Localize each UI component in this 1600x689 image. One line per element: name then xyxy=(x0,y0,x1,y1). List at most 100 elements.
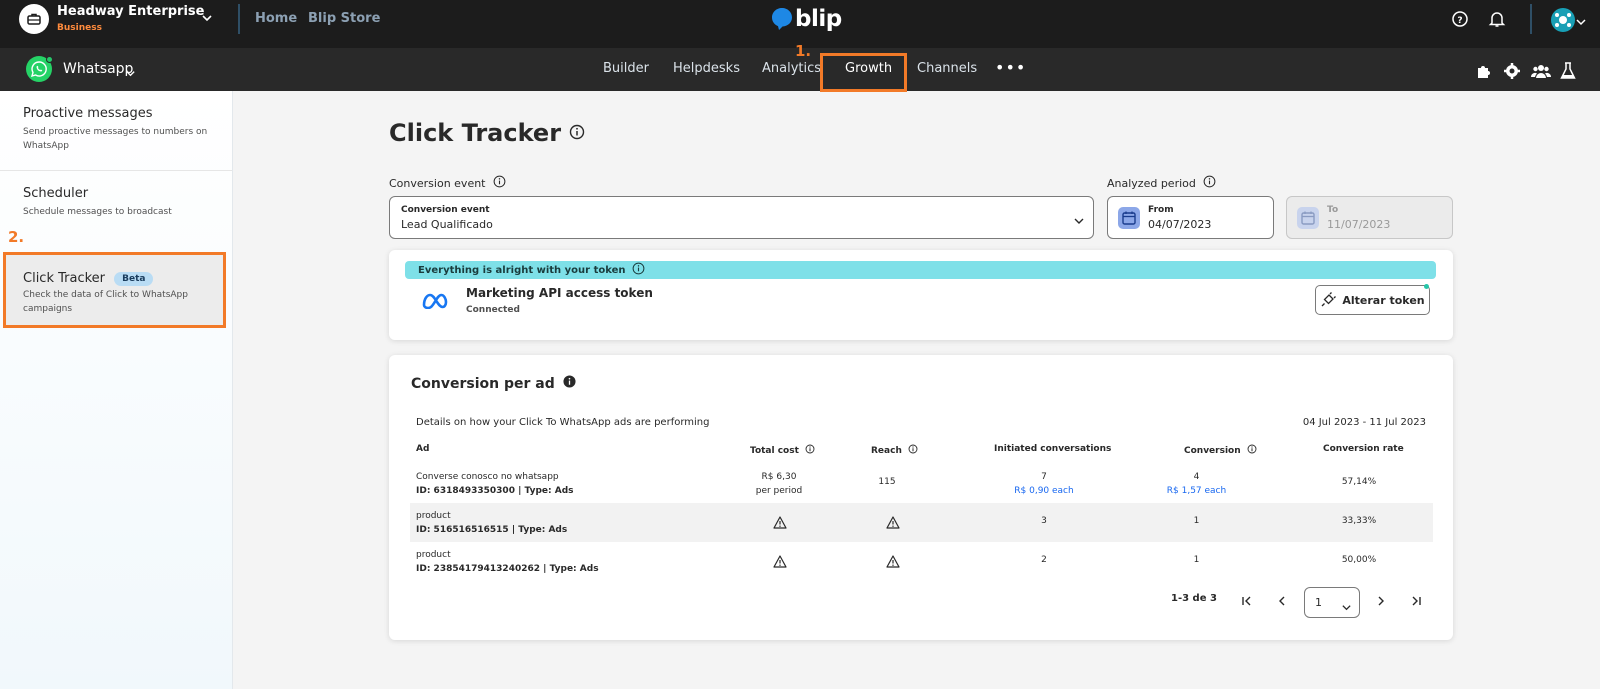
page-title-text: Click Tracker xyxy=(389,119,562,147)
step-2-label: 2. xyxy=(8,228,25,246)
sidebar-item-desc: Send proactive messages to numbers on Wh… xyxy=(23,127,208,151)
from-value: 04/07/2023 xyxy=(1148,218,1212,231)
button-label: Alterar token xyxy=(1342,293,1425,307)
previous-page-icon[interactable] xyxy=(1275,593,1289,612)
first-page-icon[interactable] xyxy=(1240,593,1254,612)
date-range: 04 Jul 2023 - 11 Jul 2023 xyxy=(1302,417,1426,428)
next-page-icon[interactable] xyxy=(1374,593,1388,612)
banner-text: Everything is alright with your token xyxy=(418,264,626,276)
info-icon[interactable] xyxy=(908,444,918,457)
analyzed-period-label: Analyzed period xyxy=(1107,175,1216,191)
org-plan: Business xyxy=(57,23,102,33)
page-select[interactable]: 1 xyxy=(1304,587,1360,618)
info-icon[interactable] xyxy=(632,262,645,278)
puzzle-icon[interactable] xyxy=(1475,62,1493,80)
rate-cell: 57,14% xyxy=(1341,477,1377,487)
team-icon[interactable] xyxy=(1530,62,1552,80)
conversion-cell: 4 R$ 1,57 each xyxy=(1144,470,1249,498)
chevron-down-icon[interactable] xyxy=(125,64,136,83)
conversion-cell: 1 xyxy=(1193,516,1200,526)
change-token-button[interactable]: Alterar token xyxy=(1315,285,1430,315)
page-title: Click Tracker xyxy=(389,119,585,147)
sidebar-item-click-tracker[interactable]: Click Tracker Beta Check the data of Cli… xyxy=(3,252,226,328)
org-name[interactable]: Headway Enterprise xyxy=(57,4,204,19)
chevron-down-icon[interactable] xyxy=(1575,13,1587,32)
brand-text: blip xyxy=(795,6,842,32)
chevron-down-icon[interactable] xyxy=(1073,212,1085,231)
calendar-icon[interactable] xyxy=(1118,207,1140,229)
bot-name[interactable]: Whatsapp xyxy=(63,61,133,77)
tab-channels[interactable]: Channels xyxy=(917,61,977,76)
chevron-down-icon[interactable] xyxy=(1341,598,1352,617)
from-date-field[interactable]: From 04/07/2023 xyxy=(1107,196,1274,239)
info-icon[interactable] xyxy=(569,119,585,147)
info-icon[interactable] xyxy=(805,444,815,457)
info-icon[interactable] xyxy=(1203,175,1216,191)
flask-icon[interactable] xyxy=(1560,62,1578,80)
info-icon[interactable] xyxy=(493,175,506,191)
sidebar-item-scheduler[interactable]: Scheduler Schedule messages to broadcast xyxy=(0,186,232,219)
online-status-dot xyxy=(46,56,53,63)
tab-helpdesks[interactable]: Helpdesks xyxy=(673,61,740,76)
conversations-value: 7 xyxy=(1041,472,1047,482)
ad-id: ID: 6318493350300 | Type: Ads xyxy=(416,486,574,496)
to-date-field[interactable]: To 11/07/2023 xyxy=(1286,196,1453,239)
more-icon[interactable]: ••• xyxy=(995,58,1026,77)
sidebar-item-desc: Check the data of Click to WhatsApp camp… xyxy=(23,290,188,314)
conversion-value: 4 xyxy=(1193,472,1200,482)
conversion-event-label: Conversion event xyxy=(389,175,506,191)
blip-logo[interactable]: blip xyxy=(771,6,842,32)
column-header-conversion-rate: Conversion rate xyxy=(1323,444,1404,454)
to-label: To xyxy=(1327,205,1339,215)
sidebar-item-title: Scheduler xyxy=(23,186,89,201)
chevron-down-icon[interactable] xyxy=(200,10,214,29)
select-value: Lead Qualificado xyxy=(401,218,493,231)
divider xyxy=(238,4,240,34)
divider xyxy=(0,170,232,171)
token-card: Everything is alright with your token Ma… xyxy=(389,250,1453,340)
info-icon[interactable] xyxy=(563,375,576,392)
total-cost-cell: R$ 6,30 per period xyxy=(729,470,829,498)
conversion-sub: R$ 1,57 each xyxy=(1166,486,1227,496)
column-header-ad: Ad xyxy=(416,444,429,454)
blip-store-link[interactable]: Blip Store xyxy=(308,11,380,26)
bell-icon[interactable] xyxy=(1488,10,1508,30)
label-text: Conversion event xyxy=(389,176,486,190)
header-text: Reach xyxy=(871,445,902,456)
column-header-conversion: Conversion xyxy=(1184,444,1257,457)
conversations-cell: 2 xyxy=(1041,555,1047,565)
sidebar-item-proactive-messages[interactable]: Proactive messages Send proactive messag… xyxy=(0,106,232,153)
reach-cell: 115 xyxy=(878,477,896,487)
card-title: Conversion per ad xyxy=(411,375,576,392)
conversion-event-select[interactable]: Conversion event Lead Qualificado xyxy=(389,196,1094,239)
info-icon[interactable] xyxy=(1247,444,1257,457)
user-avatar[interactable] xyxy=(1551,8,1575,32)
to-value: 11/07/2023 xyxy=(1327,218,1391,231)
warning-icon[interactable] xyxy=(773,514,787,533)
meta-logo-icon xyxy=(421,291,449,313)
last-page-icon[interactable] xyxy=(1409,593,1423,612)
warning-icon[interactable] xyxy=(886,514,900,533)
cost-value: R$ 6,30 xyxy=(761,472,797,482)
card-description: Details on how your Click To WhatsApp ad… xyxy=(416,417,710,428)
help-icon[interactable]: ? xyxy=(1451,10,1471,30)
tab-builder[interactable]: Builder xyxy=(603,61,649,76)
column-header-total-cost: Total cost xyxy=(750,444,815,457)
home-link[interactable]: Home xyxy=(255,11,297,26)
plug-icon xyxy=(1321,292,1337,307)
top-bar: Headway Enterprise Business Home Blip St… xyxy=(0,0,1600,48)
warning-icon[interactable] xyxy=(886,553,900,572)
cost-sub: per period xyxy=(755,486,803,496)
warning-icon[interactable] xyxy=(773,553,787,572)
label-text: Analyzed period xyxy=(1107,176,1196,190)
gear-icon[interactable] xyxy=(1503,62,1521,80)
tab-analytics[interactable]: Analytics xyxy=(762,61,821,76)
token-status-banner: Everything is alright with your token xyxy=(405,261,1436,279)
header-text: Conversion xyxy=(1184,445,1241,456)
step-1-label: 1. xyxy=(795,42,812,60)
header-text: Total cost xyxy=(750,445,799,456)
briefcase-icon[interactable] xyxy=(19,4,49,34)
beta-badge: Beta xyxy=(114,272,154,286)
divider xyxy=(1530,4,1532,34)
token-title: Marketing API access token xyxy=(466,286,653,300)
